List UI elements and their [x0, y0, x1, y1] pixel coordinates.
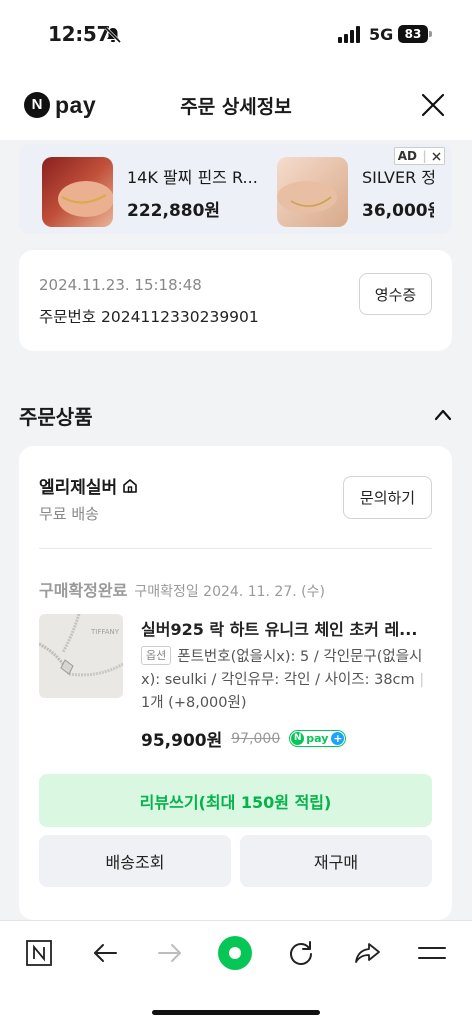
ad-badge[interactable]: AD |: [394, 147, 445, 165]
plus-icon: +: [331, 732, 345, 745]
store-name-link[interactable]: 엘리제실버: [39, 473, 139, 498]
store-name: 엘리제실버: [39, 478, 118, 498]
product-image[interactable]: TIFFANY: [39, 614, 123, 698]
close-ad-icon[interactable]: [432, 152, 441, 161]
ad-info: 14K 팔찌 핀즈 R... 222,880원: [127, 164, 267, 221]
option-tag: 옵션: [141, 646, 172, 665]
npay-n-icon: N: [291, 732, 305, 745]
order-status: 구매확정완료: [39, 581, 128, 600]
menu-icon[interactable]: [414, 935, 450, 971]
npay-plus-badge: N pay +: [289, 730, 347, 747]
order-number-label: 주문번호: [39, 308, 97, 326]
npay-badge-text: pay: [306, 732, 329, 745]
status-bar: 12:57 5G 83: [0, 0, 472, 70]
ad-label: AD: [397, 149, 417, 163]
bell-muted-icon: [104, 26, 122, 44]
option-text: 폰트번호(없을시x): 5 / 각인문구(없을시x): seulki / 각인유…: [141, 649, 423, 688]
ad-product-name: SILVER 정: [362, 167, 434, 187]
divider: [39, 548, 432, 549]
order-number-value: 2024112330239901: [100, 308, 259, 326]
product-name[interactable]: 실버925 락 하트 유니크 체인 초커 레...: [141, 616, 436, 640]
signal-icon: [338, 26, 360, 43]
naver-n-icon[interactable]: [21, 935, 57, 971]
battery-icon: 83: [398, 25, 428, 43]
ad-item[interactable]: 14K 팔찌 핀즈 R... 222,880원: [42, 157, 267, 227]
svg-text:TIFFANY: TIFFANY: [90, 628, 120, 636]
forward-arrow-icon[interactable]: [152, 935, 188, 971]
ad-banner: 14K 팔찌 핀즈 R... 222,880원 SILVER 정 36,000원: [19, 144, 452, 234]
order-info-card: 2024.11.23. 15:18:48 주문번호 20241123302399…: [19, 250, 452, 351]
write-review-button[interactable]: 리뷰쓰기(최대 150원 적립): [39, 774, 432, 827]
ad-product-price: 222,880원: [127, 200, 221, 221]
ad-item[interactable]: SILVER 정 36,000원: [277, 157, 434, 227]
quantity: 1개 (+8,000원): [141, 695, 247, 711]
section-title: 주문상품: [19, 405, 93, 429]
ad-product-price: 36,000원: [362, 200, 434, 221]
battery-cap: [429, 31, 432, 37]
product-card: 엘리제실버 무료 배송 문의하기 구매확정완료 구매확정일 2024. 11. …: [19, 446, 452, 920]
shipping-info: 무료 배송: [39, 505, 99, 523]
confirm-date: 구매확정일 2024. 11. 27. (수): [134, 584, 325, 600]
quantity-separator: |: [419, 672, 425, 688]
green-dot-icon[interactable]: [217, 935, 253, 971]
order-status-row: 구매확정완료 구매확정일 2024. 11. 27. (수): [39, 577, 325, 601]
rebuy-button[interactable]: 재구매: [240, 835, 432, 887]
ad-badge-separator: |: [422, 149, 427, 163]
back-arrow-icon[interactable]: [87, 935, 123, 971]
share-icon[interactable]: [349, 935, 385, 971]
original-price: 97,000: [231, 730, 281, 747]
home-icon: [123, 478, 138, 493]
receipt-button[interactable]: 영수증: [359, 273, 432, 315]
track-delivery-button[interactable]: 배송조회: [39, 835, 231, 887]
inquiry-button[interactable]: 문의하기: [343, 476, 432, 519]
bottom-nav: [0, 920, 472, 1024]
product-option: 옵션 폰트번호(없을시x): 5 / 각인문구(없을시x): seulki / 각…: [141, 646, 433, 715]
home-indicator: [152, 1010, 320, 1015]
ad-product-image: [277, 157, 348, 227]
status-time: 12:57: [48, 22, 111, 46]
product-price: 95,900원: [141, 731, 223, 751]
price-row: 95,900원 97,000 N pay +: [141, 726, 347, 751]
header: N pay 주문 상세정보: [0, 70, 472, 140]
ad-product-name: 14K 팔찌 핀즈 R...: [127, 167, 258, 187]
ad-info: SILVER 정 36,000원: [362, 164, 434, 221]
chevron-up-icon[interactable]: [432, 404, 454, 426]
order-date: 2024.11.23. 15:18:48: [39, 276, 202, 294]
close-icon[interactable]: [420, 92, 446, 118]
page-title: 주문 상세정보: [180, 96, 292, 118]
order-number: 주문번호 2024112330239901: [39, 305, 259, 327]
network-type: 5G: [369, 25, 394, 44]
refresh-icon[interactable]: [283, 935, 319, 971]
ad-product-image: [42, 157, 113, 227]
